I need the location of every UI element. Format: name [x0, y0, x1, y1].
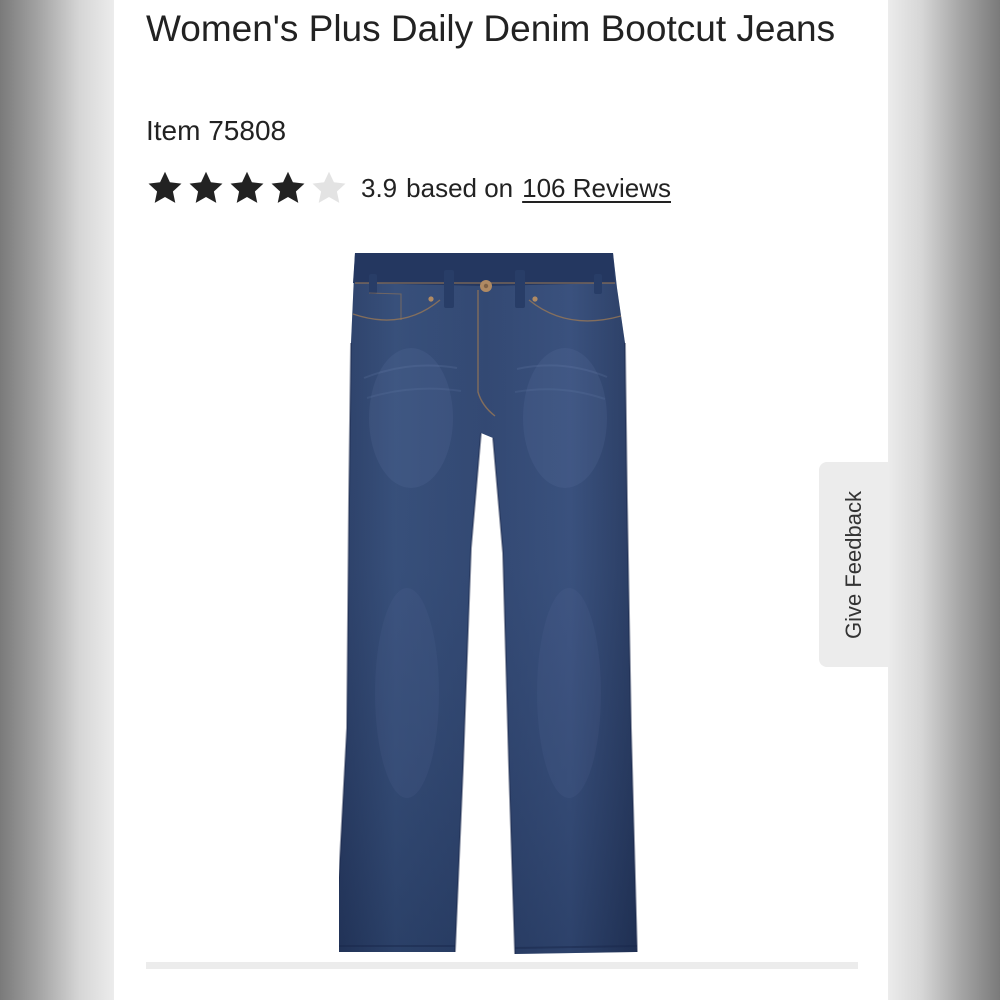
- rating-based-on: based on: [406, 172, 514, 203]
- rating-text: 3.9 based on 106 Reviews: [361, 173, 671, 204]
- star-icon: [189, 171, 223, 203]
- section-divider: [146, 962, 858, 969]
- product-title: Women's Plus Daily Denim Bootcut Jeans: [146, 8, 836, 49]
- reviews-link[interactable]: 106 Reviews: [522, 173, 671, 204]
- right-background-panel: [888, 0, 1000, 1000]
- give-feedback-label: Give Feedback: [840, 490, 866, 639]
- rating-summary: 3.9 based on 106 Reviews: [146, 168, 671, 208]
- left-background-panel: [0, 0, 114, 1000]
- item-number: Item 75808: [146, 115, 287, 146]
- star-icon: [230, 171, 264, 203]
- star-rating: [146, 169, 351, 207]
- star-icon: [271, 171, 305, 203]
- star-icon: [148, 171, 182, 203]
- give-feedback-button[interactable]: Give Feedback: [819, 462, 888, 667]
- bootcut-jeans-image: [339, 253, 638, 955]
- star-empty-icon: [312, 171, 346, 203]
- rating-score: 3.9: [361, 172, 398, 203]
- product-page: Women's Plus Daily Denim Bootcut Jeans I…: [114, 0, 888, 1000]
